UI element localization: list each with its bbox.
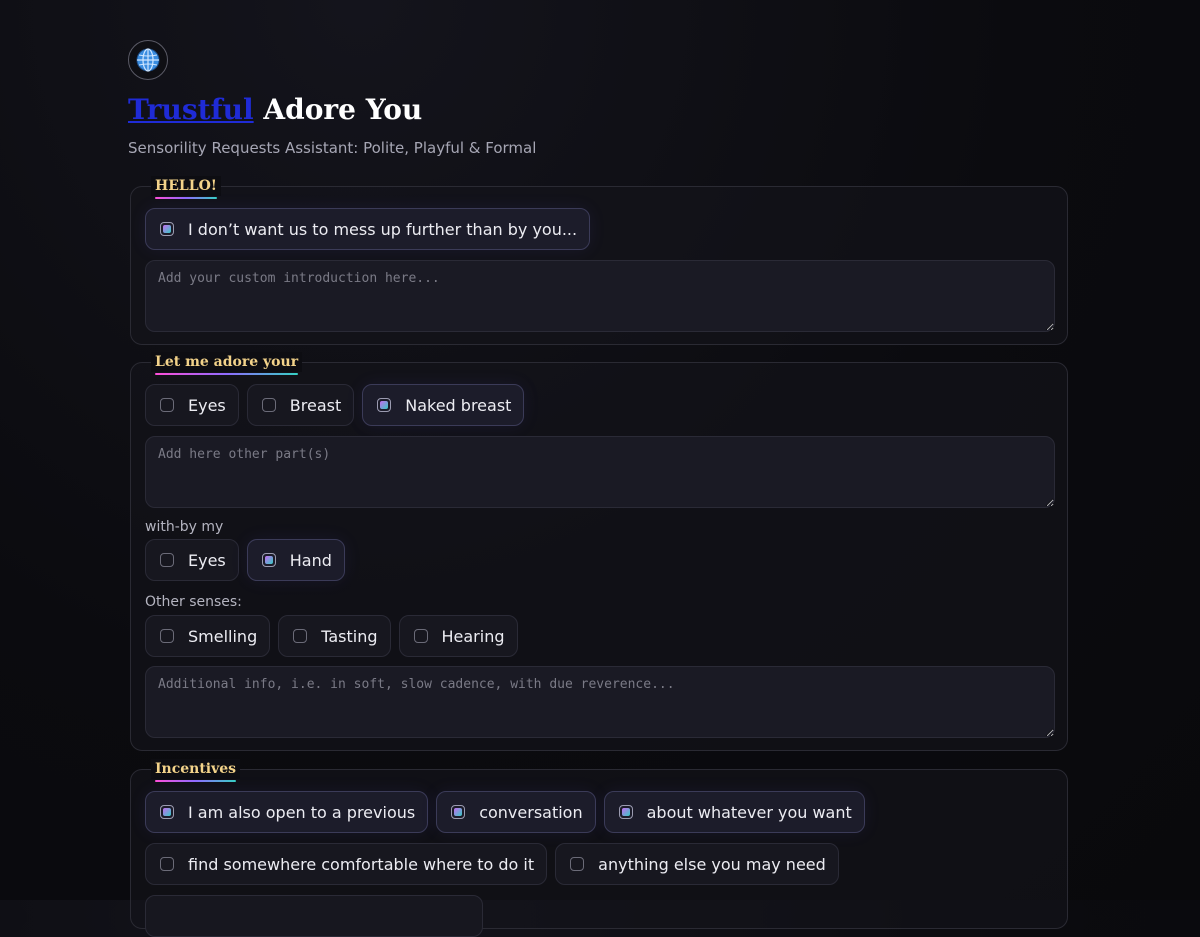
- adore-section: Let me adore your Eyes Breast Naked brea…: [130, 352, 1068, 751]
- incentive-option-anything-else[interactable]: anything else you may need: [555, 843, 839, 885]
- hello-option-intro[interactable]: I don’t want us to mess up further than …: [145, 208, 591, 250]
- checkbox-icon[interactable]: [160, 629, 174, 643]
- incentives-legend: Incentives: [151, 759, 241, 782]
- chip-label: Hand: [289, 550, 332, 570]
- checkbox-icon[interactable]: [261, 398, 276, 412]
- title-rest: Adore You: [253, 93, 423, 126]
- part-option-eyes[interactable]: Eyes: [145, 384, 239, 426]
- checkbox-icon[interactable]: [160, 398, 174, 412]
- other-parts-input[interactable]: [145, 436, 1055, 508]
- chip-label: Naked breast: [405, 395, 512, 415]
- chip-label: Tasting: [321, 626, 378, 646]
- part-option-breast[interactable]: Breast: [246, 384, 355, 426]
- checkbox-checked-icon[interactable]: [160, 805, 174, 819]
- checkbox-icon[interactable]: [160, 857, 174, 871]
- part-option-naked-breast[interactable]: Naked breast: [362, 384, 525, 426]
- chip-label: conversation: [479, 802, 583, 822]
- incentive-option-next-partial[interactable]: [145, 895, 483, 937]
- checkbox-checked-icon[interactable]: [160, 222, 174, 236]
- chip-label: Breast: [289, 395, 342, 415]
- checkbox-checked-icon[interactable]: [377, 398, 392, 412]
- senses-label: Other senses:: [145, 594, 242, 610]
- title-link[interactable]: Trustful: [128, 93, 254, 126]
- chip-label: Hearing: [441, 626, 505, 646]
- incentive-option-previous[interactable]: I am also open to a previous: [145, 791, 429, 833]
- checkbox-checked-icon[interactable]: [618, 805, 633, 819]
- incentive-option-conversation[interactable]: conversation: [436, 791, 596, 833]
- hello-legend: HELLO!: [151, 176, 221, 199]
- page-title: Trustful Adore You: [128, 92, 1070, 128]
- with-option-eyes[interactable]: Eyes: [145, 539, 239, 581]
- checkbox-checked-icon[interactable]: [451, 805, 466, 819]
- checkbox-icon[interactable]: [570, 857, 585, 871]
- hello-section: HELLO! I don’t want us to mess up furthe…: [130, 176, 1068, 345]
- page-subtitle: Sensorility Requests Assistant: Polite, …: [128, 139, 537, 157]
- sense-option-hearing[interactable]: Hearing: [398, 615, 518, 657]
- incentives-section: Incentives I am also open to a previous …: [130, 759, 1068, 937]
- chip-label: Eyes: [188, 395, 226, 415]
- chip-label: Eyes: [188, 550, 226, 570]
- chip-label: I am also open to a previous: [188, 802, 416, 822]
- with-label: with-by my: [145, 519, 224, 535]
- globe-icon: [128, 40, 168, 80]
- chip-label: I don’t want us to mess up further than …: [188, 219, 578, 239]
- checkbox-checked-icon[interactable]: [261, 553, 276, 567]
- checkbox-icon[interactable]: [293, 629, 308, 643]
- app: Trustful Adore You Sensorility Requests …: [128, 40, 1070, 937]
- additional-info-input[interactable]: [145, 666, 1055, 738]
- sense-option-smelling[interactable]: Smelling: [145, 615, 271, 657]
- incentive-option-comfortable[interactable]: find somewhere comfortable where to do i…: [145, 843, 548, 885]
- incentive-option-whatever[interactable]: about whatever you want: [603, 791, 865, 833]
- chip-label: find somewhere comfortable where to do i…: [188, 854, 535, 874]
- checkbox-icon[interactable]: [413, 629, 428, 643]
- custom-introduction-input[interactable]: [145, 260, 1055, 332]
- with-option-hand[interactable]: Hand: [246, 539, 345, 581]
- chip-label: anything else you may need: [598, 854, 826, 874]
- chip-label: about whatever you want: [646, 802, 852, 822]
- checkbox-icon[interactable]: [160, 553, 174, 567]
- chip-label: Smelling: [188, 626, 258, 646]
- adore-legend: Let me adore your: [151, 352, 303, 375]
- sense-option-tasting[interactable]: Tasting: [278, 615, 391, 657]
